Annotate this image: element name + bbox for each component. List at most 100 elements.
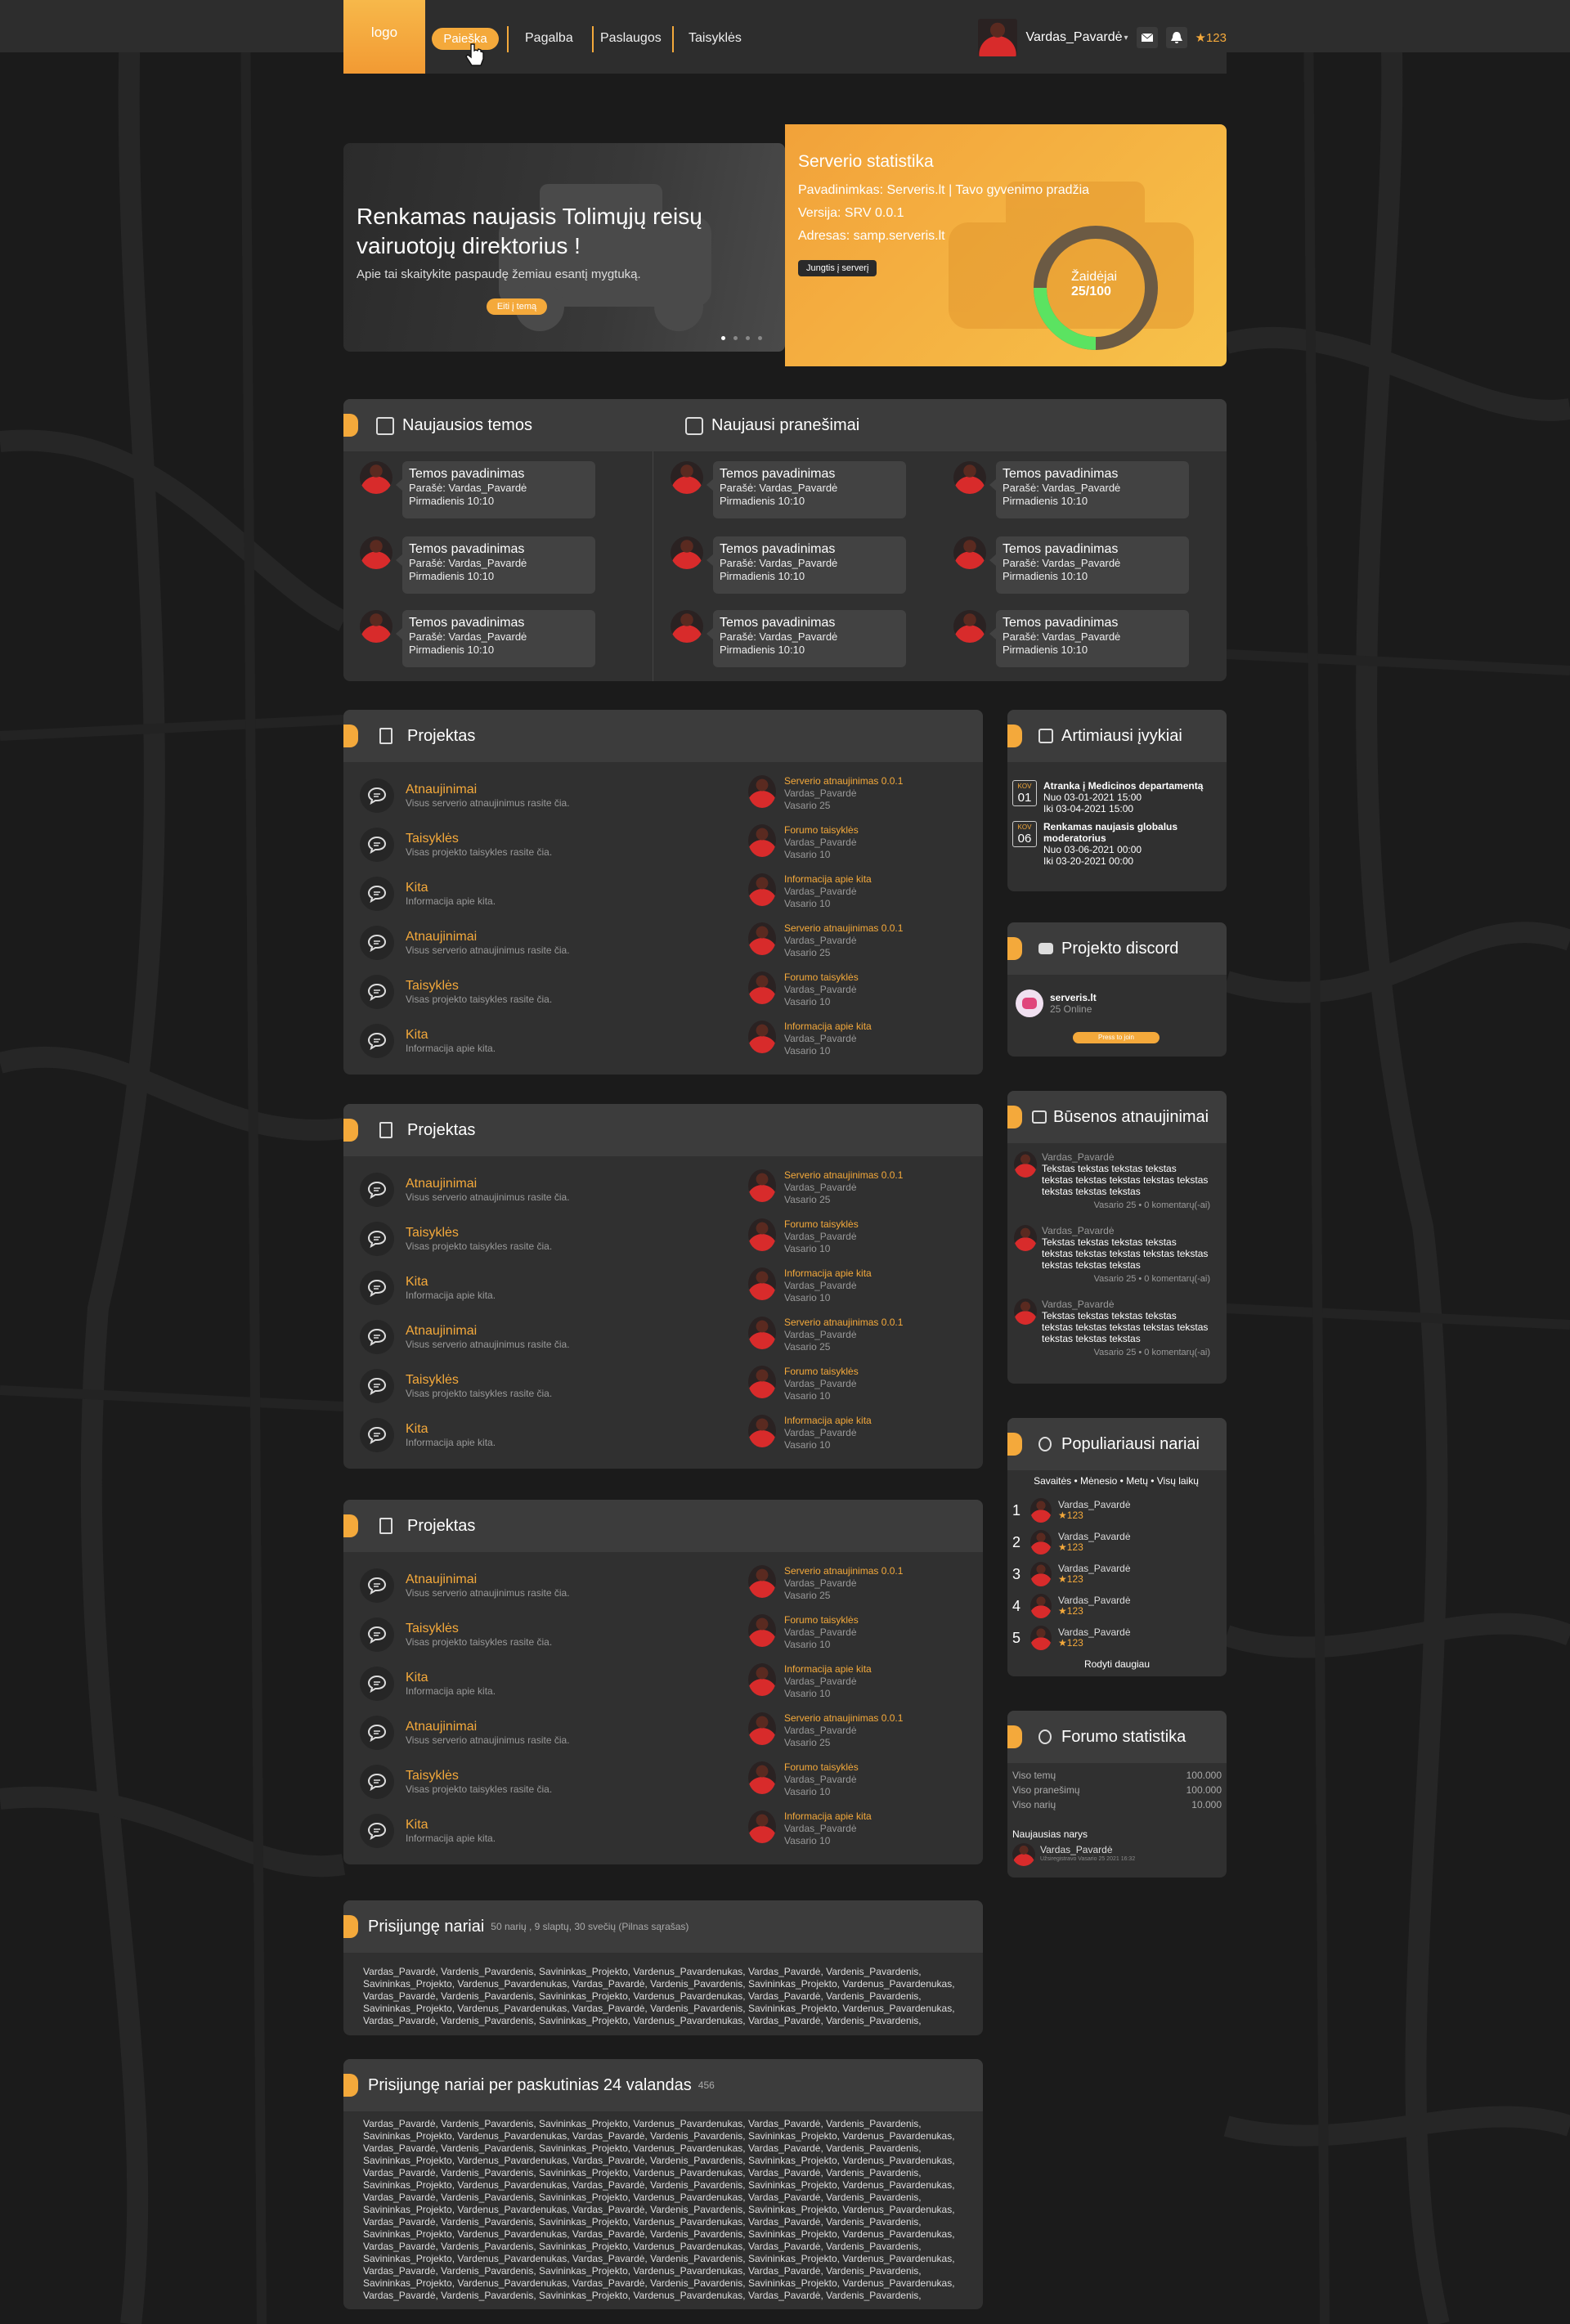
- last-post-title[interactable]: Serverio atnaujinimas 0.0.1: [784, 922, 903, 935]
- category-name[interactable]: Taisyklės: [406, 1373, 552, 1388]
- category-row[interactable]: Atnaujinimai Visus serverio atnaujinimus …: [360, 1567, 703, 1604]
- last-post[interactable]: Forumo taisyklės Vardas_Pavardė Vasario 10: [748, 1614, 859, 1651]
- last-post[interactable]: Serverio atnaujinimas 0.0.1 Vardas_Pavard…: [748, 1565, 903, 1602]
- last-post-title[interactable]: Forumo taisyklės: [784, 824, 859, 837]
- show-more-link[interactable]: Rodyti daugiau: [1007, 1658, 1227, 1670]
- avatar[interactable]: [748, 1021, 776, 1053]
- last-post-title[interactable]: Forumo taisyklės: [784, 1614, 859, 1626]
- latest-item-box[interactable]: Temos pavadinimas Parašė: Vardas_Pavardė…: [396, 461, 595, 518]
- online-count[interactable]: 50 narių , 9 slaptų, 30 svečių (Pilnas s…: [491, 1921, 689, 1932]
- event-item[interactable]: KOV 06 Renkamas naujasis globalus moderat…: [1012, 821, 1215, 867]
- category-row[interactable]: Taisyklės Visas projekto taisykles rasite…: [360, 973, 703, 1011]
- avatar[interactable]: [748, 1267, 776, 1300]
- avatar[interactable]: [953, 610, 986, 643]
- last-post[interactable]: Informacija apie kita Vardas_Pavardė Vasar…: [748, 873, 872, 910]
- avatar[interactable]: [748, 971, 776, 1004]
- latest-item[interactable]: Temos pavadinimas Parašė: Vardas_Pavardė…: [671, 461, 906, 518]
- last-post-title[interactable]: Informacija apie kita: [784, 873, 872, 886]
- category-name[interactable]: Atnaujinimai: [406, 1177, 570, 1191]
- category-row[interactable]: Atnaujinimai Visus serverio atnaujinimus …: [360, 1318, 703, 1356]
- avatar[interactable]: [748, 824, 776, 857]
- category-name[interactable]: Kita: [406, 1275, 496, 1290]
- last-post-title[interactable]: Forumo taisyklės: [784, 1761, 859, 1774]
- online24-line[interactable]: Vardas_Pavardė, Vardenis_Pavardenis, Sav…: [363, 2290, 976, 2302]
- latest-item-box[interactable]: Temos pavadinimas Parašė: Vardas_Pavardė…: [396, 610, 595, 667]
- last-post-title[interactable]: Informacija apie kita: [784, 1663, 872, 1676]
- status-meta[interactable]: Vasario 25 • 0 komentarų(-ai): [1042, 1348, 1210, 1357]
- category-name[interactable]: Taisyklės: [406, 1622, 552, 1636]
- category-row[interactable]: Taisyklės Visas projekto taisykles rasite…: [360, 1220, 703, 1258]
- last-post[interactable]: Serverio atnaujinimas 0.0.1 Vardas_Pavard…: [748, 1712, 903, 1749]
- top-member[interactable]: 3 Vardas_Pavardė ★123: [1012, 1562, 1131, 1586]
- mail-icon[interactable]: [1136, 27, 1158, 48]
- online-line[interactable]: Vardas_Pavardė, Vardenis_Pavardenis, Sav…: [363, 1966, 976, 1978]
- latest-item[interactable]: Temos pavadinimas Parašė: Vardas_Pavardė…: [671, 610, 906, 667]
- last-post-title[interactable]: Informacija apie kita: [784, 1415, 872, 1427]
- last-post[interactable]: Serverio atnaujinimas 0.0.1 Vardas_Pavard…: [748, 922, 903, 959]
- online-line[interactable]: Savininkas_Projekto, Vardenus_Pavardenuk…: [363, 2003, 976, 2015]
- last-post-title[interactable]: Serverio atnaujinimas 0.0.1: [784, 1712, 903, 1725]
- avatar[interactable]: [671, 536, 703, 569]
- carousel-dots[interactable]: [721, 336, 762, 340]
- last-post[interactable]: Forumo taisyklės Vardas_Pavardė Vasario 10: [748, 1366, 859, 1402]
- last-post[interactable]: Serverio atnaujinimas 0.0.1 Vardas_Pavard…: [748, 775, 903, 812]
- online24-line[interactable]: Savininkas_Projekto, Vardenus_Pavardenuk…: [363, 2253, 976, 2265]
- online24-line[interactable]: Savininkas_Projekto, Vardenus_Pavardenuk…: [363, 2155, 976, 2167]
- status-item[interactable]: Vardas_Pavardė Tekstas tekstas tekstas te…: [1014, 1299, 1218, 1357]
- last-post-title[interactable]: Serverio atnaujinimas 0.0.1: [784, 775, 903, 787]
- category-row[interactable]: Kita Informacija apie kita.: [360, 1269, 703, 1307]
- latest-item[interactable]: Temos pavadinimas Parašė: Vardas_Pavardė…: [360, 536, 595, 594]
- avatar[interactable]: [748, 1712, 776, 1745]
- last-post[interactable]: Serverio atnaujinimas 0.0.1 Vardas_Pavard…: [748, 1317, 903, 1353]
- category-name[interactable]: Atnaujinimai: [406, 1720, 570, 1734]
- category-row[interactable]: Kita Informacija apie kita.: [360, 1665, 703, 1703]
- latest-item[interactable]: Temos pavadinimas Parašė: Vardas_Pavardė…: [360, 461, 595, 518]
- avatar[interactable]: [671, 461, 703, 494]
- popular-filters[interactable]: Savaitės • Mėnesio • Metų • Visų laikų: [1007, 1475, 1225, 1487]
- last-post[interactable]: Informacija apie kita Vardas_Pavardė Vasar…: [748, 1267, 872, 1304]
- avatar[interactable]: [748, 1366, 776, 1398]
- avatar[interactable]: [748, 1565, 776, 1598]
- last-post-title[interactable]: Forumo taisyklės: [784, 971, 859, 984]
- category-row[interactable]: Taisyklės Visas projekto taisykles rasite…: [360, 826, 703, 864]
- latest-item-box[interactable]: Temos pavadinimas Parašė: Vardas_Pavardė…: [989, 461, 1189, 518]
- last-post-title[interactable]: Informacija apie kita: [784, 1021, 872, 1033]
- status-meta[interactable]: Vasario 25 • 0 komentarų(-ai): [1042, 1274, 1210, 1284]
- avatar[interactable]: [360, 461, 392, 494]
- category-row[interactable]: Atnaujinimai Visus serverio atnaujinimus …: [360, 924, 703, 962]
- avatar[interactable]: [1030, 1498, 1052, 1523]
- avatar[interactable]: [953, 461, 986, 494]
- avatar[interactable]: [1030, 1594, 1052, 1618]
- last-post[interactable]: Forumo taisyklės Vardas_Pavardė Vasario 10: [748, 824, 859, 861]
- avatar[interactable]: [1030, 1562, 1052, 1586]
- category-row[interactable]: Kita Informacija apie kita.: [360, 1416, 703, 1454]
- status-item[interactable]: Vardas_Pavardė Tekstas tekstas tekstas te…: [1014, 1225, 1218, 1284]
- online24-list[interactable]: Vardas_Pavardė, Vardenis_Pavardenis, Sav…: [363, 2118, 976, 2302]
- category-name[interactable]: Kita: [406, 881, 496, 895]
- discord-join-button[interactable]: Press to join: [1073, 1032, 1160, 1043]
- latest-item[interactable]: Temos pavadinimas Parašė: Vardas_Pavardė…: [671, 536, 906, 594]
- online24-line[interactable]: Vardas_Pavardė, Vardenis_Pavardenis, Sav…: [363, 2142, 976, 2155]
- hero-button[interactable]: Eiti į temą: [487, 298, 547, 315]
- avatar[interactable]: [1030, 1626, 1052, 1650]
- avatar[interactable]: [1030, 1530, 1052, 1555]
- latest-item-box[interactable]: Temos pavadinimas Parašė: Vardas_Pavardė…: [989, 536, 1189, 594]
- last-post[interactable]: Forumo taisyklės Vardas_Pavardė Vasario 10: [748, 1761, 859, 1798]
- top-member[interactable]: 5 Vardas_Pavardė ★123: [1012, 1626, 1131, 1650]
- top-member[interactable]: 2 Vardas_Pavardė ★123: [1012, 1530, 1131, 1555]
- logo[interactable]: logo: [343, 0, 425, 74]
- last-post-title[interactable]: Forumo taisyklės: [784, 1366, 859, 1378]
- status-user[interactable]: Vardas_Pavardė: [1042, 1299, 1210, 1310]
- last-post-title[interactable]: Informacija apie kita: [784, 1810, 872, 1823]
- last-post[interactable]: Informacija apie kita Vardas_Pavardė Vasar…: [748, 1810, 872, 1847]
- avatar[interactable]: [748, 775, 776, 808]
- category-name[interactable]: Kita: [406, 1671, 496, 1685]
- avatar[interactable]: [1014, 1299, 1037, 1325]
- online24-line[interactable]: Savininkas_Projekto, Vardenus_Pavardenuk…: [363, 2204, 976, 2216]
- online24-line[interactable]: Savininkas_Projekto, Vardenus_Pavardenuk…: [363, 2228, 976, 2241]
- last-post-title[interactable]: Forumo taisyklės: [784, 1218, 859, 1231]
- online24-line[interactable]: Savininkas_Projekto, Vardenus_Pavardenuk…: [363, 2130, 976, 2142]
- category-name[interactable]: Atnaujinimai: [406, 1573, 570, 1587]
- avatar[interactable]: [748, 1810, 776, 1843]
- nav-rules[interactable]: Taisyklės: [689, 28, 742, 49]
